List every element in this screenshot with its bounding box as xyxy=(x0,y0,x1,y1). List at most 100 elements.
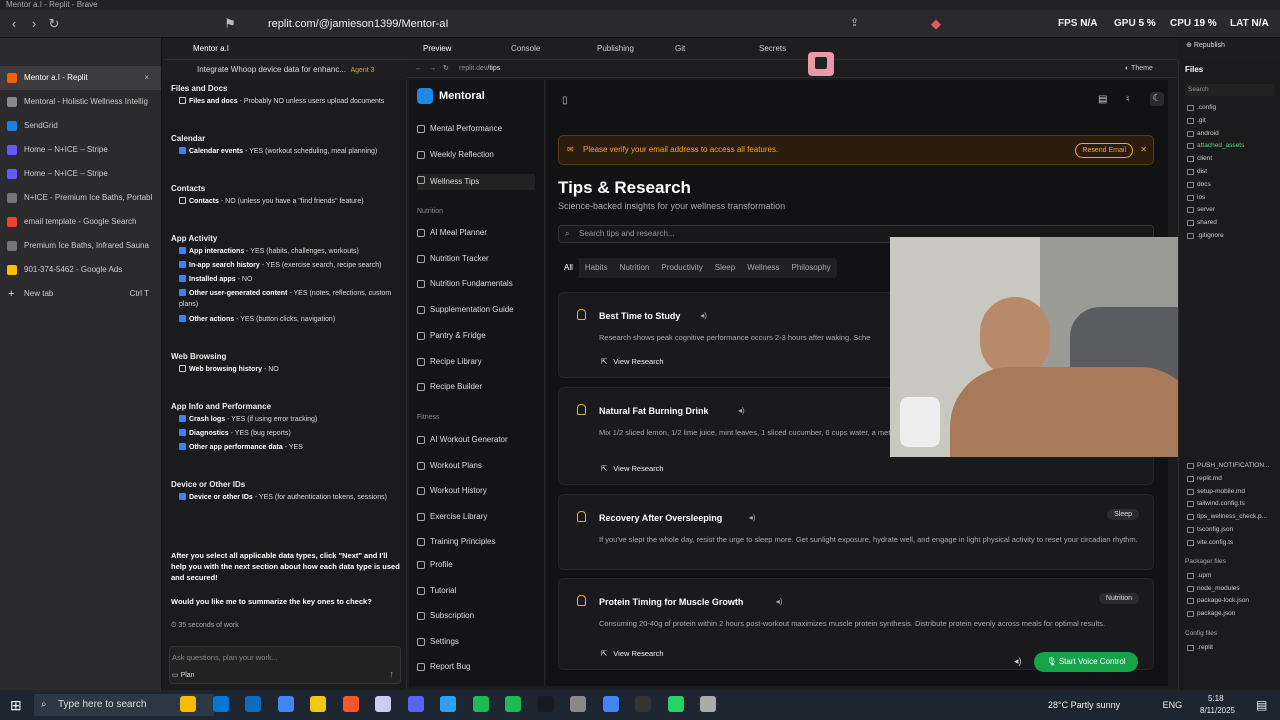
speaker-icon[interactable]: ◂) xyxy=(776,597,783,606)
close-icon[interactable]: ✕ xyxy=(1140,136,1147,164)
excel-icon[interactable] xyxy=(505,696,521,712)
mic-icon[interactable]: ♮ xyxy=(1126,94,1130,105)
file-tree-item[interactable]: tailwind.config.ts xyxy=(1197,500,1245,507)
nav-item[interactable]: Report Bug xyxy=(417,661,470,673)
moon-icon[interactable]: ☾ xyxy=(1150,92,1164,106)
mail-icon[interactable] xyxy=(602,696,619,712)
new-tab-button[interactable]: + New tab Ctrl T xyxy=(0,282,161,306)
preview-reload-icon[interactable]: ↻ xyxy=(443,60,449,78)
filter-tab[interactable]: Philosophy xyxy=(786,258,837,278)
file-tree-item[interactable]: vite.config.ts xyxy=(1197,539,1233,546)
file-tree-item[interactable]: node_modules xyxy=(1197,585,1240,592)
language-indicator[interactable]: ENG xyxy=(1163,700,1183,710)
send-icon[interactable]: ↑ xyxy=(390,669,395,679)
file-tree-item[interactable]: .replit xyxy=(1197,644,1213,651)
nav-item[interactable]: Nutrition Tracker xyxy=(417,253,489,265)
start-voice-control-button[interactable]: 🎙 Start Voice Control xyxy=(1034,652,1138,672)
browser-tab[interactable]: Premium Ice Baths, Infrared Sauna xyxy=(0,234,161,258)
reload-icon[interactable]: ↻ xyxy=(46,16,62,32)
view-research-link[interactable]: ⇱ View Research xyxy=(601,649,664,658)
floating-record-icon[interactable] xyxy=(808,52,834,76)
preview-forward-icon[interactable]: → xyxy=(429,60,436,78)
file-tree-item[interactable]: setup-mobile.md xyxy=(1197,488,1245,495)
filter-tab[interactable]: Sleep xyxy=(709,258,741,278)
file-tree-item[interactable]: replit.md xyxy=(1197,475,1222,482)
browser-tab[interactable]: email template - Google Search xyxy=(0,210,161,234)
back-icon[interactable]: ‹ xyxy=(6,16,22,32)
sidebar-toggle-icon[interactable]: ▯ xyxy=(562,95,568,106)
nav-item[interactable]: Weekly Reflection xyxy=(417,149,494,161)
preview-url[interactable]: replit.dev/tips xyxy=(459,60,500,78)
file-tree-item[interactable]: tsconfig.json xyxy=(1197,526,1233,533)
nav-item[interactable]: Settings xyxy=(417,636,459,648)
filter-tab[interactable]: Wellness xyxy=(741,258,785,278)
file-tree-item[interactable]: android xyxy=(1197,130,1219,137)
workspace-tab[interactable]: Publishing xyxy=(597,38,634,60)
file-tree-item[interactable]: .config xyxy=(1197,104,1216,111)
speaker-icon[interactable]: ◂) xyxy=(700,311,707,320)
nav-item[interactable]: Tutorial xyxy=(417,585,456,597)
project-name[interactable]: Mentor a.I xyxy=(173,44,229,53)
file-tree-item[interactable]: shared xyxy=(1197,219,1217,226)
share-icon[interactable]: ⇪ xyxy=(850,16,859,29)
nav-item[interactable]: Recipe Builder xyxy=(417,381,482,393)
brave-icon[interactable] xyxy=(375,696,391,712)
edge-icon[interactable] xyxy=(245,696,261,712)
speaker-icon[interactable]: ◂) xyxy=(1014,656,1022,667)
chat-input[interactable]: Ask questions, plan your work... ▭ Plan … xyxy=(169,646,401,684)
filter-tab[interactable]: Habits xyxy=(579,258,614,278)
task-title[interactable]: Integrate Whoop device data for enhanc..… xyxy=(197,65,346,74)
preview-back-icon[interactable]: ← xyxy=(415,60,422,78)
nav-item[interactable]: Wellness Tips xyxy=(417,174,535,190)
file-tree-item[interactable]: package-lock.json xyxy=(1197,597,1249,604)
spotify-icon[interactable] xyxy=(537,696,554,712)
brave-shield-icon[interactable]: ◆ xyxy=(928,16,944,32)
file-tree-item[interactable]: docs xyxy=(1197,181,1211,188)
file-tree-item[interactable]: .git xyxy=(1197,117,1206,124)
file-tree-item[interactable]: client xyxy=(1197,155,1212,162)
url-field[interactable]: replit.com/@jamieson1399/Mentor-aI xyxy=(248,15,968,33)
theme-button[interactable]: ◐ Theme xyxy=(1125,60,1153,78)
browser-tab[interactable]: SendGrid xyxy=(0,114,161,138)
file-tree-item[interactable]: attached_assets xyxy=(1197,142,1244,149)
browser-tab[interactable]: Home – N+ICE – Stripe xyxy=(0,162,161,186)
work-duration[interactable]: ⏱ 35 seconds of work xyxy=(171,620,393,631)
resend-email-button[interactable]: Resend Email xyxy=(1075,143,1133,158)
file-tree-item[interactable]: dist xyxy=(1197,168,1207,175)
nav-item[interactable]: Nutrition Fundamentals xyxy=(417,278,513,290)
nav-item[interactable]: Profile xyxy=(417,559,453,571)
speaker-icon[interactable]: ◂) xyxy=(749,513,756,522)
speaker-icon[interactable]: ◂) xyxy=(738,406,745,415)
nav-item[interactable]: Workout Plans xyxy=(417,460,482,472)
close-tab-icon[interactable]: × xyxy=(144,66,149,90)
browser-tab[interactable]: Mentoral - Holistic Wellness Intellig xyxy=(0,90,161,114)
notification-icon[interactable]: ▤ xyxy=(1256,690,1267,720)
nav-item[interactable]: Subscription xyxy=(417,610,474,622)
clock-date[interactable]: 8/11/2025 xyxy=(1200,696,1235,720)
browser-tab[interactable]: 901-374-5462 - Google Ads xyxy=(0,258,161,282)
obs-icon[interactable] xyxy=(667,696,684,712)
view-research-link[interactable]: ⇱ View Research xyxy=(601,464,664,473)
nav-item[interactable]: AI Meal Planner xyxy=(417,227,487,239)
browser-tab[interactable]: Home – N+ICE – Stripe xyxy=(0,138,161,162)
view-research-link[interactable]: ⇱ View Research xyxy=(601,357,664,366)
sparkle-icon[interactable] xyxy=(180,696,196,712)
doc-icon[interactable]: ▤ xyxy=(1098,94,1107,105)
nav-item[interactable]: Mental Performance xyxy=(417,123,502,135)
forward-icon[interactable]: › xyxy=(26,16,42,32)
browser-tab[interactable]: Mentor a.I - Replit × xyxy=(0,66,161,90)
workspace-tab[interactable]: Console xyxy=(511,38,540,60)
discord-icon[interactable] xyxy=(440,696,456,712)
file-tree-item[interactable]: tips_wellness_check.p... xyxy=(1197,513,1267,520)
task-view-icon[interactable] xyxy=(212,696,229,712)
file-tree-item[interactable]: PUSH_NOTIFICATION... xyxy=(1197,462,1269,469)
workspace-tab[interactable]: Preview xyxy=(423,38,451,60)
nav-item[interactable]: Pantry & Fridge xyxy=(417,330,486,342)
nav-item[interactable]: Recipe Library xyxy=(417,356,482,368)
terminal-icon[interactable] xyxy=(407,696,424,712)
weather-text[interactable]: 28°C Partly sunny xyxy=(1048,700,1120,710)
workspace-tab[interactable]: Secrets xyxy=(759,38,786,60)
file-tree-item[interactable]: package.json xyxy=(1197,610,1235,617)
file-tree-item[interactable]: .upm xyxy=(1197,572,1211,579)
chrome-icon[interactable] xyxy=(635,696,651,712)
